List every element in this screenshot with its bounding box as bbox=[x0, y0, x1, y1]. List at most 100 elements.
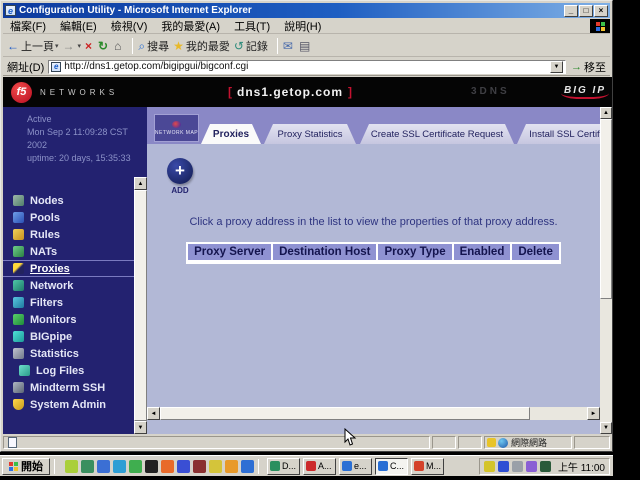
tab-install-ssl-certificate[interactable]: Install SSL Certif bbox=[517, 124, 612, 144]
sidebar-item-nats[interactable]: NATs bbox=[3, 243, 147, 260]
sidebar-item-statistics[interactable]: Statistics bbox=[3, 345, 147, 362]
column-header-destination-host[interactable]: Destination Host bbox=[273, 244, 376, 260]
task-button-2[interactable]: A... bbox=[303, 458, 336, 475]
go-button[interactable]: → 移至 bbox=[571, 59, 606, 75]
sidebar-item-nodes[interactable]: Nodes bbox=[3, 192, 147, 209]
tray-icon-4[interactable] bbox=[526, 461, 537, 472]
maximize-button[interactable]: □ bbox=[579, 5, 593, 17]
status-page-icon bbox=[8, 437, 17, 448]
minimize-button[interactable]: _ bbox=[564, 5, 578, 17]
start-button[interactable]: 開始 bbox=[2, 458, 50, 475]
quick-launch-icon-12[interactable] bbox=[241, 460, 254, 473]
sidebar-scrollbar[interactable]: ▲ ▼ bbox=[134, 177, 147, 434]
toolbar-separator bbox=[132, 38, 133, 54]
task-button-group: D... A... e... C... M... bbox=[267, 458, 444, 475]
quick-launch-icon-3[interactable] bbox=[97, 460, 110, 473]
quick-launch-icon-11[interactable] bbox=[225, 460, 238, 473]
sidebar-item-monitors[interactable]: Monitors bbox=[3, 311, 147, 328]
sidebar-item-rules[interactable]: Rules bbox=[3, 226, 147, 243]
scroll-down-icon[interactable]: ▼ bbox=[600, 422, 612, 434]
task-button-1[interactable]: D... bbox=[267, 458, 300, 475]
quick-launch-icon-1[interactable] bbox=[65, 460, 78, 473]
vertical-scrollbar[interactable]: ▲ ▼ bbox=[600, 107, 612, 434]
scroll-up-icon[interactable]: ▲ bbox=[134, 177, 147, 190]
quick-launch-icon-6[interactable] bbox=[145, 460, 158, 473]
quick-launch-icon-7[interactable] bbox=[161, 460, 174, 473]
quick-launch-icon-10[interactable] bbox=[209, 460, 222, 473]
tray-icon-3[interactable] bbox=[512, 461, 523, 472]
scroll-up-icon[interactable]: ▲ bbox=[600, 107, 612, 119]
favorites-button[interactable]: ★ 我的最愛 bbox=[173, 38, 230, 54]
task-button-3[interactable]: e... bbox=[339, 458, 372, 475]
tab-create-ssl-certificate-request[interactable]: Create SSL Certificate Request bbox=[360, 124, 514, 144]
menu-edit[interactable]: 編輯(E) bbox=[53, 18, 104, 34]
resize-grip[interactable] bbox=[574, 436, 610, 449]
task-button-5[interactable]: M... bbox=[411, 458, 444, 475]
quick-launch-icon-5[interactable] bbox=[129, 460, 142, 473]
nats-icon bbox=[13, 246, 24, 257]
forward-dropdown-icon[interactable]: ▾ bbox=[78, 42, 82, 50]
tab-strip: NETWORK MAP Proxies Proxy Statistics Cre… bbox=[147, 107, 600, 144]
title-bar: e Configuration Utility - Microsoft Inte… bbox=[3, 3, 610, 18]
forward-button[interactable]: → ▾ bbox=[63, 40, 82, 52]
quick-launch-icon-4[interactable] bbox=[113, 460, 126, 473]
sidebar-item-pools[interactable]: Pools bbox=[3, 209, 147, 226]
tray-icon-5[interactable] bbox=[540, 461, 551, 472]
scroll-left-icon[interactable]: ◄ bbox=[147, 407, 160, 420]
horizontal-scrollbar[interactable]: ◄ ► bbox=[147, 407, 600, 420]
column-header-proxy-server[interactable]: Proxy Server bbox=[188, 244, 271, 260]
back-dropdown-icon[interactable]: ▾ bbox=[55, 42, 59, 50]
column-header-proxy-type[interactable]: Proxy Type bbox=[378, 244, 451, 260]
network-map-button[interactable]: NETWORK MAP bbox=[154, 114, 199, 142]
sidebar-item-bigpipe[interactable]: BIGpipe bbox=[3, 328, 147, 345]
address-input[interactable]: e http://dns1.getop.com/bigipgui/bigconf… bbox=[48, 60, 566, 74]
quick-launch-icon-9[interactable] bbox=[193, 460, 206, 473]
print-button[interactable]: ▤ bbox=[299, 40, 312, 52]
scrollbar-track[interactable] bbox=[530, 407, 587, 420]
scrollbar-thumb[interactable] bbox=[160, 407, 530, 420]
home-icon: ⌂ bbox=[114, 40, 121, 52]
video-capture-frame: e Configuration Utility - Microsoft Inte… bbox=[0, 0, 640, 480]
search-button[interactable]: ⌕ 搜尋 bbox=[138, 38, 169, 54]
quick-launch-icon-8[interactable] bbox=[177, 460, 190, 473]
tab-proxy-statistics[interactable]: Proxy Statistics bbox=[264, 124, 356, 144]
menu-favorites[interactable]: 我的最愛(A) bbox=[154, 18, 227, 34]
menu-help[interactable]: 說明(H) bbox=[277, 18, 328, 34]
stop-icon: × bbox=[85, 40, 92, 52]
back-button[interactable]: ← 上一頁 ▾ bbox=[7, 38, 59, 54]
scrollbar-track[interactable] bbox=[600, 299, 612, 422]
sidebar-item-mindterm-ssh[interactable]: Mindterm SSH bbox=[3, 379, 147, 396]
scrollbar-thumb[interactable] bbox=[600, 119, 612, 299]
column-header-enabled[interactable]: Enabled bbox=[454, 244, 511, 260]
menu-file[interactable]: 檔案(F) bbox=[3, 18, 53, 34]
history-button[interactable]: ↺ 記錄 bbox=[234, 38, 268, 54]
refresh-button[interactable]: ↻ bbox=[98, 40, 110, 52]
tab-proxies[interactable]: Proxies bbox=[201, 124, 261, 144]
menu-view[interactable]: 檢視(V) bbox=[104, 18, 155, 34]
start-label: 開始 bbox=[21, 458, 43, 474]
sidebar-item-network[interactable]: Network bbox=[3, 277, 147, 294]
quick-launch-icon-2[interactable] bbox=[81, 460, 94, 473]
menu-tools[interactable]: 工具(T) bbox=[227, 18, 277, 34]
task-button-active-ie[interactable]: C... bbox=[375, 458, 408, 475]
mail-button[interactable]: ✉ bbox=[283, 40, 295, 52]
column-header-delete[interactable]: Delete bbox=[512, 244, 559, 260]
tray-icon-1[interactable] bbox=[484, 461, 495, 472]
address-dropdown-icon[interactable]: ▼ bbox=[550, 61, 563, 73]
rules-icon bbox=[13, 229, 24, 240]
sidebar-item-system-admin[interactable]: System Admin bbox=[3, 396, 147, 413]
scrollbar-thumb[interactable] bbox=[134, 190, 147, 421]
sidebar-item-filters[interactable]: Filters bbox=[3, 294, 147, 311]
add-button[interactable]: + bbox=[167, 158, 193, 184]
scroll-down-icon[interactable]: ▼ bbox=[134, 421, 147, 434]
sidebar-item-proxies[interactable]: Proxies bbox=[3, 260, 147, 277]
network-icon bbox=[13, 280, 24, 291]
home-button[interactable]: ⌂ bbox=[114, 40, 123, 52]
browser-window: e Configuration Utility - Microsoft Inte… bbox=[0, 0, 613, 452]
stop-button[interactable]: × bbox=[85, 40, 94, 52]
close-button[interactable]: × bbox=[594, 5, 608, 17]
tray-icon-2[interactable] bbox=[498, 461, 509, 472]
scroll-right-icon[interactable]: ► bbox=[587, 407, 600, 420]
sidebar-item-log-files[interactable]: Log Files bbox=[3, 362, 147, 379]
status-pane bbox=[458, 436, 482, 449]
